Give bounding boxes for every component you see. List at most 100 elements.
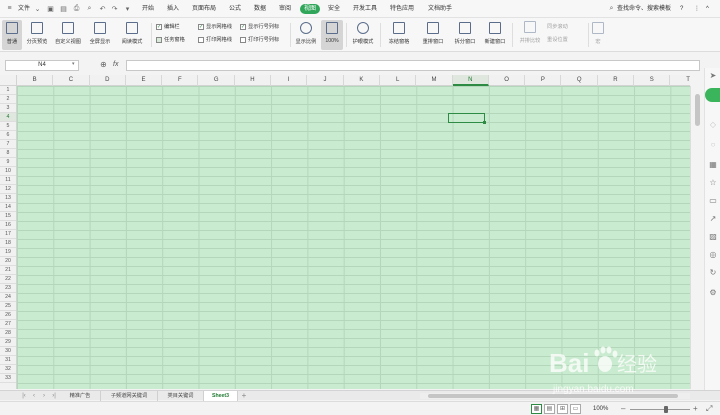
row-header-cell[interactable]: 21	[0, 266, 16, 275]
row-header-cell[interactable]: 19	[0, 248, 16, 257]
zoom-slider-knob[interactable]	[664, 406, 668, 413]
column-header-cell[interactable]: B	[17, 75, 54, 86]
style-icon[interactable]: ○	[708, 140, 718, 150]
page-layout-status-icon[interactable]: ▤	[544, 404, 555, 414]
reading-mode-button[interactable]: 阅读模式	[116, 20, 148, 50]
row-header-cell[interactable]: 16	[0, 221, 16, 230]
tab-insert[interactable]: 插入	[167, 4, 179, 14]
row-header-cell[interactable]: 18	[0, 239, 16, 248]
search-icon[interactable]: ⌕	[607, 4, 616, 13]
share-icon[interactable]: ↗	[708, 214, 718, 224]
eye-protection-button[interactable]: 护眼模式	[349, 20, 377, 50]
row-header-cell[interactable]: 3	[0, 104, 16, 113]
macro-button[interactable]: 宏	[591, 20, 605, 50]
row-header-cell[interactable]: 20	[0, 257, 16, 266]
row-header-cell[interactable]: 30	[0, 347, 16, 356]
tab-data[interactable]: 数据	[254, 4, 266, 14]
select-all-corner[interactable]	[0, 75, 17, 86]
formula-bar-checkbox[interactable]: ✓ 编辑栏	[156, 23, 180, 32]
row-header-cell[interactable]: 22	[0, 275, 16, 284]
normal-view-button[interactable]: 普通	[2, 20, 22, 50]
row-header-cell[interactable]: 15	[0, 212, 16, 221]
name-box-dropdown-icon[interactable]: ▾	[72, 61, 75, 67]
freeze-panes-button[interactable]: 冻结窗格	[383, 20, 415, 50]
command-search[interactable]: 查找命令、搜索模板	[617, 4, 671, 14]
sheet-tab[interactable]: 类目关键词	[158, 391, 204, 401]
tab-special-apps[interactable]: 特色应用	[390, 4, 414, 14]
column-header-cell[interactable]: G	[199, 75, 235, 86]
more-options-icon[interactable]: ⋮	[694, 4, 700, 14]
column-header-cell[interactable]: N	[452, 75, 489, 86]
row-header-cell[interactable]: 28	[0, 329, 16, 338]
print-headings-checkbox[interactable]: 打印行号列标	[240, 36, 279, 45]
task-pane-checkbox[interactable]: 任务窗格	[156, 36, 185, 45]
add-sheet-button[interactable]: +	[240, 391, 248, 401]
settings-icon[interactable]: ⚙	[708, 288, 718, 298]
fullscreen-button[interactable]: 全屏显示	[86, 20, 114, 50]
vertical-scroll-thumb[interactable]	[695, 94, 700, 126]
hamburger-menu-icon[interactable]: ≡	[5, 4, 14, 13]
row-header-cell[interactable]: 12	[0, 185, 16, 194]
zoom-slider[interactable]	[630, 409, 690, 410]
next-sheet-arrow-icon[interactable]: ›	[40, 391, 48, 401]
sync-scroll-button[interactable]: 同步滚动	[547, 23, 568, 32]
vertical-scrollbar[interactable]	[690, 86, 704, 389]
page-break-status-icon[interactable]: ⊞	[557, 404, 568, 414]
row-header-cell[interactable]: 4	[0, 113, 16, 122]
history-icon[interactable]: ↻	[708, 268, 718, 278]
column-header-cell[interactable]: T	[670, 75, 707, 86]
row-header-cell[interactable]: 32	[0, 365, 16, 374]
column-header-cell[interactable]: D	[90, 75, 126, 86]
arrange-windows-button[interactable]: 重排窗口	[417, 20, 449, 50]
column-header-cell[interactable]: K	[344, 75, 380, 86]
first-sheet-arrow-icon[interactable]: |‹	[20, 391, 28, 401]
print-icon[interactable]: ⎙	[72, 4, 81, 13]
tab-developer[interactable]: 开发工具	[353, 4, 377, 14]
collapse-ribbon-icon[interactable]: ^	[706, 4, 709, 14]
undo-icon[interactable]: ↶	[98, 4, 107, 13]
split-window-button[interactable]: 拆分窗口	[451, 20, 479, 50]
column-header-cell[interactable]: O	[489, 75, 526, 86]
row-header-cell[interactable]: 17	[0, 230, 16, 239]
shape-icon[interactable]: ◇	[708, 120, 718, 130]
zoom-search-icon[interactable]: ⊕	[100, 60, 107, 69]
row-header-cell[interactable]: 1	[0, 86, 16, 95]
row-header-cell[interactable]: 14	[0, 203, 16, 212]
reset-position-button[interactable]: 重设位置	[547, 36, 568, 45]
last-sheet-arrow-icon[interactable]: ›|	[50, 391, 58, 401]
row-header-cell[interactable]: 26	[0, 311, 16, 320]
row-header-cell[interactable]: 24	[0, 293, 16, 302]
tab-formula[interactable]: 公式	[229, 4, 241, 14]
print-gridlines-checkbox[interactable]: 打印网格线	[198, 36, 232, 45]
image-icon[interactable]: ▨	[708, 232, 718, 242]
column-header-cell[interactable]: I	[271, 75, 308, 86]
column-header-cell[interactable]: P	[525, 75, 562, 86]
column-header-cell[interactable]: C	[53, 75, 90, 86]
active-cell[interactable]	[448, 113, 485, 123]
fill-handle[interactable]	[483, 121, 486, 124]
archive-icon[interactable]: ▭	[708, 196, 718, 206]
sheet-tab-active[interactable]: Sheet3	[204, 391, 238, 401]
name-box[interactable]: N4	[5, 60, 79, 71]
insert-function-button[interactable]: fx	[113, 61, 118, 68]
column-header-cell[interactable]: F	[162, 75, 199, 86]
zoom-in-button[interactable]: +	[693, 405, 698, 413]
tab-doc-assistant[interactable]: 文档助手	[428, 4, 452, 14]
file-menu[interactable]: 文件	[18, 4, 30, 14]
zoom-out-button[interactable]: –	[621, 405, 625, 413]
tab-review[interactable]: 审阅	[279, 4, 291, 14]
row-header-cell[interactable]: 10	[0, 167, 16, 176]
sheet-tab[interactable]: 精准广告	[60, 391, 101, 401]
tab-view[interactable]: 视图	[300, 4, 321, 14]
column-header-cell[interactable]: E	[126, 75, 163, 86]
normal-view-status-icon[interactable]: ▦	[531, 404, 542, 414]
row-header-cell[interactable]: 5	[0, 122, 16, 131]
column-header-cell[interactable]: J	[307, 75, 344, 86]
pointer-icon[interactable]: ➤	[708, 71, 718, 81]
show-headings-checkbox[interactable]: ✓ 显示行号列标	[240, 23, 279, 32]
row-header-cell[interactable]: 31	[0, 356, 16, 365]
print-preview-icon[interactable]: ⌕	[85, 4, 94, 13]
zoom-100-button[interactable]: 100%	[321, 20, 343, 50]
tab-home[interactable]: 开始	[142, 4, 154, 14]
export-pdf-icon[interactable]: ▤	[59, 4, 68, 13]
